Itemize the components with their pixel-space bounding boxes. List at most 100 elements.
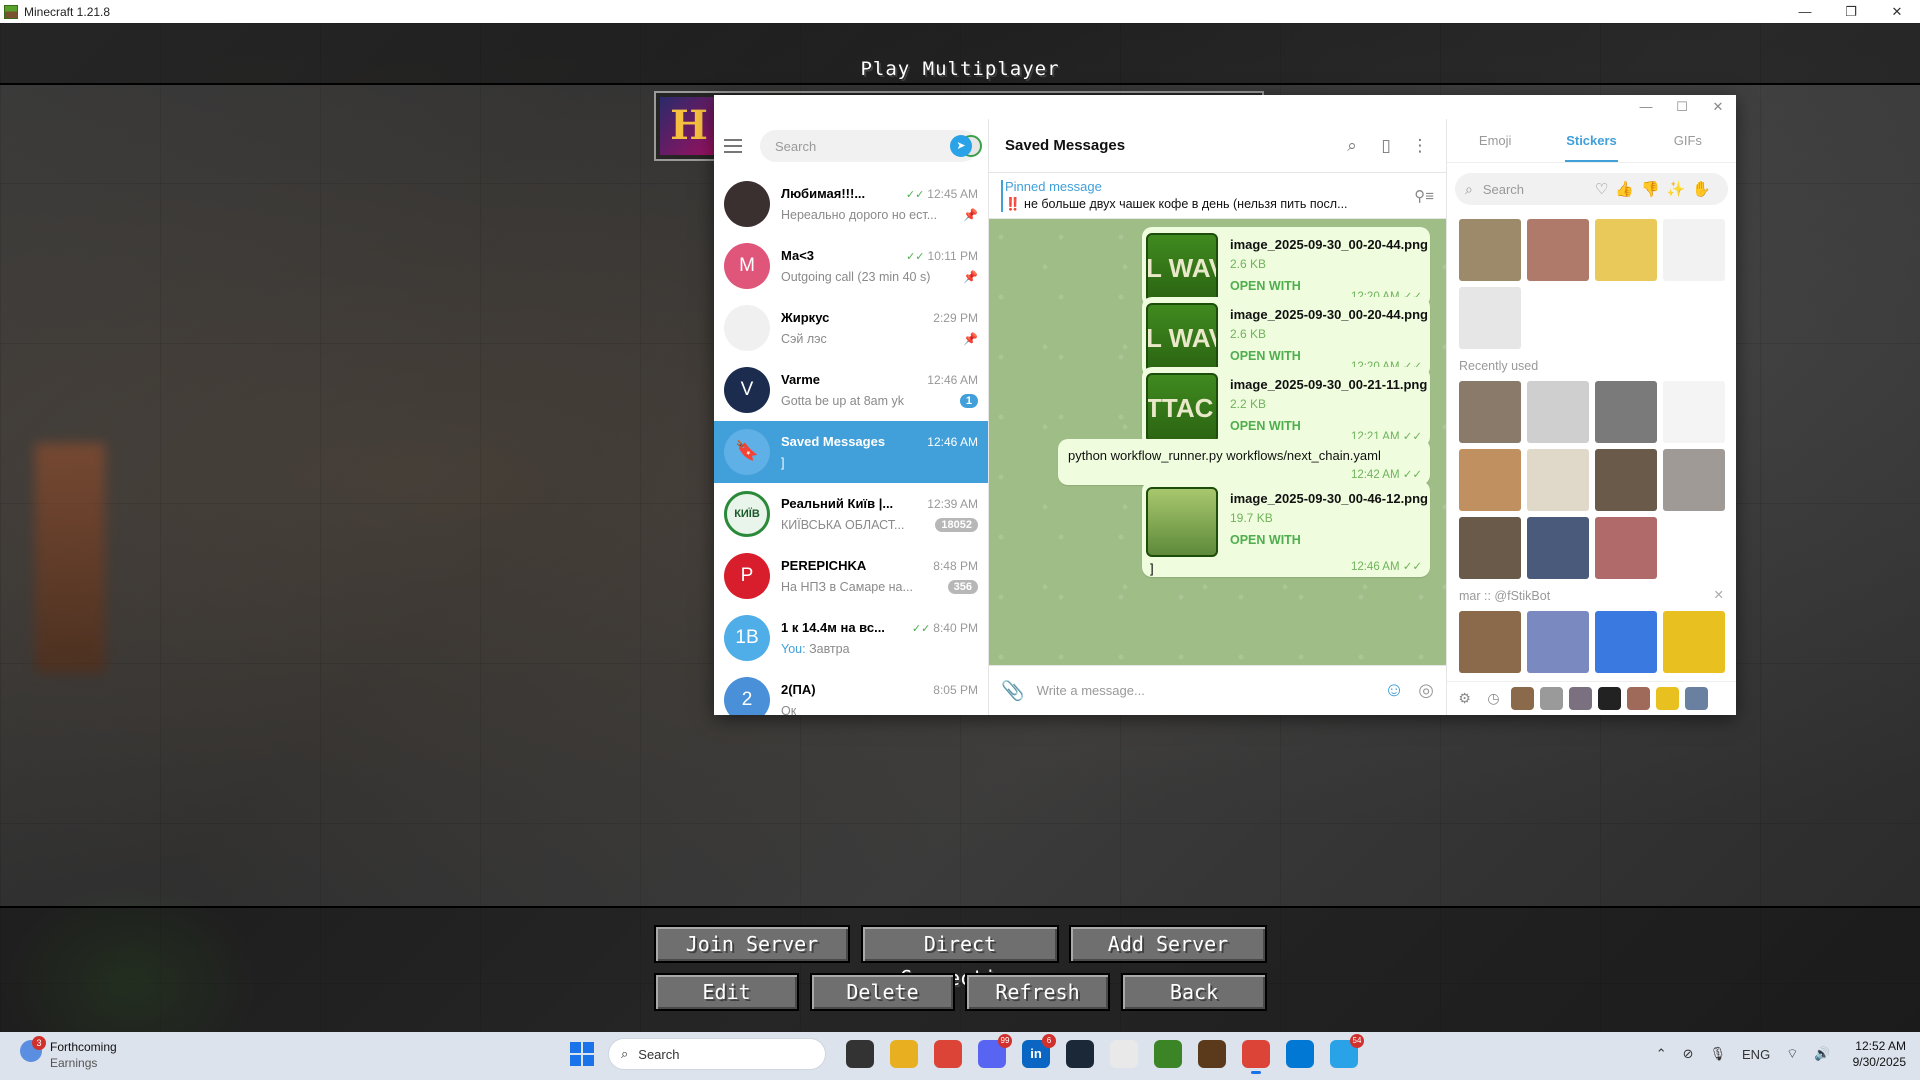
sticker[interactable] <box>1527 449 1589 511</box>
chat-list-item[interactable]: P PEREPICHKA 8:48 PM На НПЗ в Самаре на... 3… <box>714 545 988 607</box>
open-with-button[interactable]: OPEN WITH <box>1230 279 1301 293</box>
sticker[interactable] <box>1459 449 1521 511</box>
close-button[interactable]: ✕ <box>1874 0 1920 23</box>
steam-icon[interactable] <box>1066 1040 1094 1068</box>
open-with-button[interactable]: OPEN WITH <box>1230 419 1301 433</box>
network-off-icon[interactable]: ⊘ <box>1683 1046 1694 1062</box>
conversation-title[interactable]: Saved Messages <box>1005 137 1328 154</box>
telegram-icon[interactable]: 54 <box>1330 1034 1364 1068</box>
recent-clock-icon[interactable]: ◷ <box>1482 687 1505 710</box>
discord-icon[interactable]: 99 <box>978 1034 1012 1068</box>
microphone-icon[interactable]: 🎙 <box>1710 1046 1727 1062</box>
minecraft-icon[interactable] <box>1198 1040 1226 1068</box>
file-thumbnail[interactable]: L WAV <box>1146 303 1218 373</box>
pinned-list-icon[interactable]: ⚲≡ <box>1414 187 1434 205</box>
sticker-set-thumb[interactable] <box>1627 687 1650 710</box>
chrome-icon[interactable] <box>934 1040 962 1068</box>
sticker[interactable] <box>1527 611 1589 673</box>
sticker[interactable] <box>1663 219 1725 281</box>
file-message[interactable]: image_2025-09-30_00-46-12.png 19.7 KB OPEN… <box>1142 481 1430 577</box>
search-icon[interactable]: ⌕ <box>1342 136 1362 156</box>
chat-list-item[interactable]: Любимая!!!... ✓✓ 12:45 AM Нереально дорого … <box>714 173 988 235</box>
chat-list-item[interactable]: КИЇВ Реальний Київ |... 12:39 AM КИЇВСЬКА О… <box>714 483 988 545</box>
sticker[interactable] <box>1459 219 1521 281</box>
maximize-button[interactable]: ❐ <box>1828 0 1874 23</box>
chrome-profile-icon[interactable] <box>1242 1040 1270 1074</box>
taskbar-search-input[interactable]: ⌕ Search <box>608 1038 826 1070</box>
chat-list-item[interactable]: M Ма<3 ✓✓ 10:11 PM Outgoing call (23 min 40 … <box>714 235 988 297</box>
volume-icon[interactable]: 🔊 <box>1814 1046 1830 1062</box>
back-button[interactable]: Back <box>1121 973 1267 1011</box>
sticker[interactable] <box>1595 517 1657 579</box>
sticker-set-thumb[interactable] <box>1540 687 1563 710</box>
chat-list-item[interactable]: V Varme 12:46 AM Gotta be up at 8am yk 1 <box>714 359 988 421</box>
wifi-icon[interactable]: ⌔ <box>1786 1046 1798 1062</box>
text-message[interactable]: python workflow_runner.py workflows/next… <box>1058 439 1430 485</box>
edit-button[interactable]: Edit <box>654 973 799 1011</box>
chat-list-item[interactable]: Жиркус 2:29 PM Сэй лэс 📌 <box>714 297 988 359</box>
sticker-set-thumb[interactable] <box>1656 687 1679 710</box>
telegram-close-button[interactable]: ✕ <box>1700 95 1736 119</box>
telegram-status-icon[interactable]: ➤ <box>950 135 972 157</box>
sticker-set-thumb[interactable] <box>1511 687 1534 710</box>
sticker[interactable] <box>1663 381 1725 443</box>
chat-search-input[interactable]: Search ➤ <box>760 130 982 162</box>
open-with-button[interactable]: OPEN WITH <box>1230 533 1301 547</box>
message-input[interactable]: Write a message... <box>1037 683 1384 698</box>
add-server-button[interactable]: Add Server <box>1069 925 1267 963</box>
chat-list-item[interactable]: 1B 1 к 14.4м на вс... ✓✓ 8:40 PM You: Завтра <box>714 607 988 669</box>
minecraft-launcher-icon[interactable] <box>1154 1040 1182 1068</box>
file-message[interactable]: L WAV image_2025-09-30_00-20-44.png 2.6 KB… <box>1142 227 1430 307</box>
chat-list-item[interactable]: 🔖 Saved Messages 12:46 AM] <box>714 421 988 483</box>
emoji-icon[interactable]: ☺ <box>1384 679 1404 702</box>
sticker[interactable] <box>1663 611 1725 673</box>
sticker[interactable] <box>1459 381 1521 443</box>
widgets-button[interactable]: 3 Forthcoming Earnings <box>20 1036 117 1070</box>
file-thumbnail[interactable] <box>1146 487 1218 557</box>
chat-list-item[interactable]: 2 2(ПА) 8:05 PM Ок <box>714 669 988 715</box>
menu-icon[interactable] <box>724 135 746 157</box>
minimize-button[interactable]: — <box>1782 0 1828 23</box>
camera-icon[interactable]: ◎ <box>1418 680 1434 701</box>
delete-button[interactable]: Delete <box>810 973 955 1011</box>
sticker[interactable] <box>1527 381 1589 443</box>
file-explorer-icon[interactable] <box>890 1040 918 1068</box>
attach-icon[interactable]: 📎 <box>1001 679 1025 703</box>
pinned-message-bar[interactable]: Pinned message ‼️ не больше двух чашек к… <box>989 173 1446 219</box>
file-message[interactable]: TTAC image_2025-09-30_00-21-11.png 2.2 KB O… <box>1142 367 1430 447</box>
file-thumbnail[interactable]: L WAV <box>1146 233 1218 303</box>
sticker-set-thumb[interactable] <box>1598 687 1621 710</box>
sticker-category-icons[interactable]: ♡👍👎✨✋ <box>1595 180 1718 198</box>
clock[interactable]: 12:52 AM 9/30/2025 <box>1853 1038 1906 1070</box>
sidebar-toggle-icon[interactable]: ▯ <box>1376 136 1396 156</box>
vscode-icon[interactable] <box>1286 1040 1314 1068</box>
more-options-icon[interactable]: ⋮ <box>1410 136 1430 156</box>
sticker[interactable] <box>1459 517 1521 579</box>
sticker[interactable] <box>1595 611 1657 673</box>
language-indicator[interactable]: ENG <box>1742 1047 1770 1062</box>
direct-connection-button[interactable]: Direct Connection <box>861 925 1059 990</box>
windows-start-icon[interactable] <box>570 1042 594 1066</box>
refresh-button[interactable]: Refresh <box>965 973 1110 1011</box>
sticker[interactable] <box>1595 219 1657 281</box>
sticker[interactable] <box>1459 287 1521 349</box>
settings-icon[interactable]: ⚙ <box>1453 687 1476 710</box>
task-view-icon[interactable] <box>846 1040 874 1068</box>
sticker-search-input[interactable]: ⌕ Search ♡👍👎✨✋ <box>1455 173 1728 205</box>
sticker[interactable] <box>1527 517 1589 579</box>
open-with-button[interactable]: OPEN WITH <box>1230 349 1301 363</box>
linkedin-icon[interactable]: in 6 <box>1022 1034 1056 1068</box>
telegram-maximize-button[interactable]: ☐ <box>1664 95 1700 119</box>
sticker[interactable] <box>1595 381 1657 443</box>
tab-gifs[interactable]: GIFs <box>1640 119 1736 162</box>
tab-emoji[interactable]: Emoji <box>1447 119 1543 162</box>
sticker[interactable] <box>1663 449 1725 511</box>
telegram-minimize-button[interactable]: — <box>1628 95 1664 119</box>
mouse-app-icon[interactable] <box>1110 1040 1138 1068</box>
tab-stickers[interactable]: Stickers <box>1543 119 1639 162</box>
file-message[interactable]: L WAV image_2025-09-30_00-20-44.png 2.6 KB… <box>1142 297 1430 377</box>
sticker[interactable] <box>1527 219 1589 281</box>
sticker-set-thumb[interactable] <box>1685 687 1708 710</box>
close-icon[interactable]: ✕ <box>1714 587 1724 602</box>
sticker[interactable] <box>1595 449 1657 511</box>
